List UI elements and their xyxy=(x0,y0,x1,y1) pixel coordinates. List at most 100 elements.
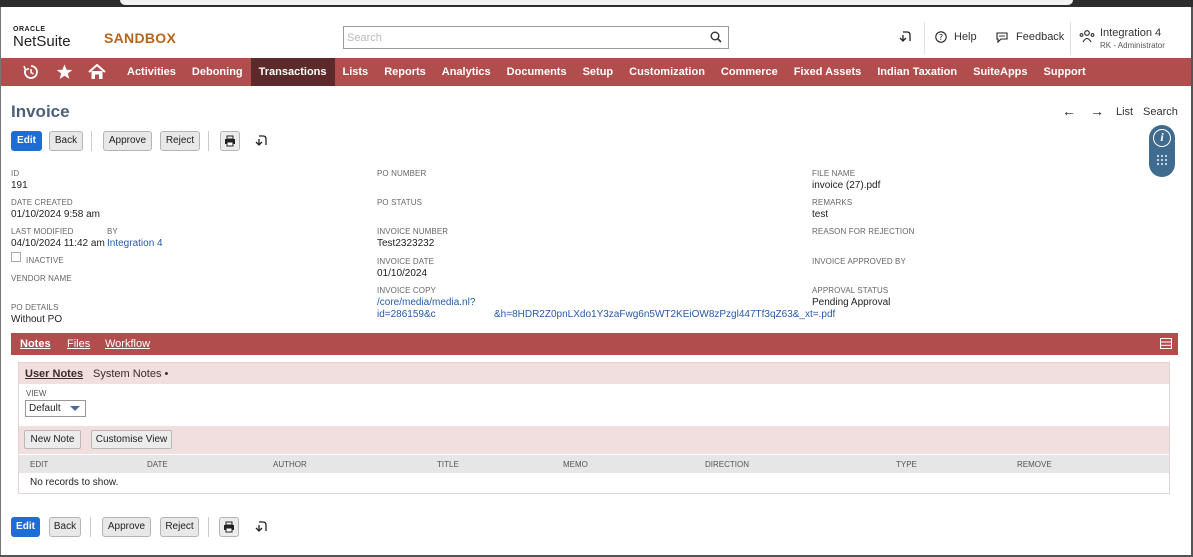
edit-button[interactable]: Edit xyxy=(11,131,42,151)
date-created-value: 01/10/2024 9:58 am xyxy=(11,209,100,220)
customise-view-button[interactable]: Customise View xyxy=(91,430,172,449)
reject-button-bottom[interactable]: Reject xyxy=(160,517,199,537)
invoice-number-label: INVOICE NUMBER xyxy=(377,227,449,236)
search-icon[interactable] xyxy=(710,31,722,43)
apps-grid-icon[interactable] xyxy=(1156,154,1168,166)
nav-item-indian-taxation[interactable]: Indian Taxation xyxy=(869,58,965,86)
approve-button[interactable]: Approve xyxy=(103,131,152,151)
approve-button-bottom[interactable]: Approve xyxy=(102,517,151,537)
notes-subpanel: User Notes System Notes • VIEW Default N… xyxy=(18,362,1170,494)
feedback-icon xyxy=(996,32,1008,43)
vendor-name-label: VENDOR NAME xyxy=(11,274,72,283)
user-role: RK - Administrator xyxy=(1100,41,1165,50)
notes-button-row: New Note Customise View xyxy=(19,426,1169,454)
print-button-bottom[interactable] xyxy=(219,517,239,537)
logo-oracle-text: ORACLE xyxy=(13,26,46,33)
page-title: Invoice xyxy=(11,102,70,121)
chevron-down-icon xyxy=(70,406,80,411)
svg-text:?: ? xyxy=(939,33,943,42)
nav-item-fixed-assets[interactable]: Fixed Assets xyxy=(786,58,869,86)
action-arrow-icon[interactable] xyxy=(255,134,269,148)
feedback-link[interactable]: Feedback xyxy=(995,31,1064,43)
info-icon[interactable]: i xyxy=(1153,129,1171,147)
last-modified-label: LAST MODIFIED xyxy=(11,227,74,236)
help-link[interactable]: ? Help xyxy=(935,31,977,43)
recent-records-icon[interactable] xyxy=(899,30,913,44)
invoice-copy-link-hash[interactable]: &h=8HDR2Z0pnLXdo1Y3zaFwg6n5WT2KEiOW8zPzg… xyxy=(494,309,835,320)
reject-button[interactable]: Reject xyxy=(160,131,200,151)
search-link[interactable]: Search xyxy=(1143,106,1178,118)
nav-item-activities[interactable]: Activities xyxy=(119,58,184,86)
nav-item-support[interactable]: Support xyxy=(1036,58,1094,86)
tab-files[interactable]: Files xyxy=(67,338,90,350)
approval-status-value: Pending Approval xyxy=(812,297,891,308)
nav-item-setup[interactable]: Setup xyxy=(575,58,622,86)
print-button[interactable] xyxy=(220,131,240,151)
side-info-widget[interactable]: i xyxy=(1149,125,1175,177)
environment-label: SANDBOX xyxy=(104,30,177,46)
star-icon[interactable] xyxy=(49,58,79,86)
last-modified-value: 04/10/2024 11:42 am xyxy=(11,238,105,249)
tab-system-notes[interactable]: System Notes • xyxy=(93,368,168,380)
nav-item-analytics[interactable]: Analytics xyxy=(434,58,499,86)
by-value-link[interactable]: Integration 4 xyxy=(107,238,163,249)
id-label: ID xyxy=(11,169,20,178)
user-roles-icon xyxy=(1079,30,1095,43)
po-status-label: PO STATUS xyxy=(377,198,423,207)
print-icon xyxy=(224,521,234,533)
tab-user-notes[interactable]: User Notes xyxy=(25,368,83,380)
back-button-bottom[interactable]: Back xyxy=(49,517,81,537)
tab-notes[interactable]: Notes xyxy=(20,338,51,350)
invoice-copy-link-part[interactable]: id=286159&c xyxy=(377,309,436,320)
logo-netsuite-text: NetSuite xyxy=(13,33,71,50)
new-note-button[interactable]: New Note xyxy=(24,430,81,449)
date-created-label: DATE CREATED xyxy=(11,198,73,207)
global-search[interactable] xyxy=(343,26,729,49)
nav-item-reports[interactable]: Reports xyxy=(376,58,434,86)
invoice-approved-by-label: INVOICE APPROVED BY xyxy=(812,257,906,266)
nav-item-suiteapps[interactable]: SuiteApps xyxy=(965,58,1035,86)
column-header: MEMO xyxy=(563,460,588,469)
window-border-left xyxy=(0,7,1,557)
nav-item-documents[interactable]: Documents xyxy=(499,58,575,86)
column-header: TITLE xyxy=(437,460,459,469)
no-records-message: No records to show. xyxy=(30,477,119,488)
inactive-label: INACTIVE xyxy=(26,256,64,265)
column-header: DIRECTION xyxy=(705,460,749,469)
subtab-bar: Notes Files Workflow xyxy=(11,333,1178,355)
invoice-date-label: INVOICE DATE xyxy=(377,257,435,266)
home-icon[interactable] xyxy=(82,58,112,86)
back-button[interactable]: Back xyxy=(49,131,83,151)
feedback-label: Feedback xyxy=(1016,31,1065,43)
recent-nav-icon[interactable] xyxy=(16,58,46,86)
nav-item-commerce[interactable]: Commerce xyxy=(713,58,786,86)
view-label: VIEW xyxy=(26,389,47,398)
invoice-copy-link[interactable]: /core/media/media.nl? xyxy=(377,297,475,308)
invoice-number-value: Test2323232 xyxy=(377,238,435,249)
nav-item-transactions[interactable]: Transactions xyxy=(250,58,335,86)
browser-top-strip xyxy=(0,0,1193,7)
search-input[interactable] xyxy=(344,27,694,48)
invoice-copy-label: INVOICE COPY xyxy=(377,286,436,295)
next-record-arrow-icon[interactable]: → xyxy=(1090,103,1104,119)
column-header: DATE xyxy=(147,460,168,469)
nav-item-customization[interactable]: Customization xyxy=(621,58,713,86)
help-icon: ? xyxy=(935,31,947,43)
nav-item-lists[interactable]: Lists xyxy=(335,58,377,86)
column-header: TYPE xyxy=(896,460,917,469)
remarks-value: test xyxy=(812,209,829,220)
tab-menu-icon[interactable] xyxy=(1160,338,1172,349)
po-number-label: PO NUMBER xyxy=(377,169,427,178)
action-arrow-icon[interactable] xyxy=(255,520,269,534)
invoice-date-value: 01/10/2024 xyxy=(377,268,428,279)
main-navigation: Activities Deboning Transactions Lists Repor… xyxy=(1,58,1191,86)
edit-button-bottom[interactable]: Edit xyxy=(11,517,40,537)
tab-workflow[interactable]: Workflow xyxy=(105,338,150,350)
nav-item-deboning[interactable]: Deboning xyxy=(184,58,251,86)
view-select[interactable]: Default xyxy=(25,400,86,417)
user-name: Integration 4 xyxy=(1100,27,1162,39)
column-header: REMOVE xyxy=(1017,460,1052,469)
previous-record-arrow-icon[interactable]: ← xyxy=(1062,103,1076,119)
list-link[interactable]: List xyxy=(1116,106,1133,118)
netsuite-logo[interactable]: ORACLE NetSuite xyxy=(13,26,71,49)
